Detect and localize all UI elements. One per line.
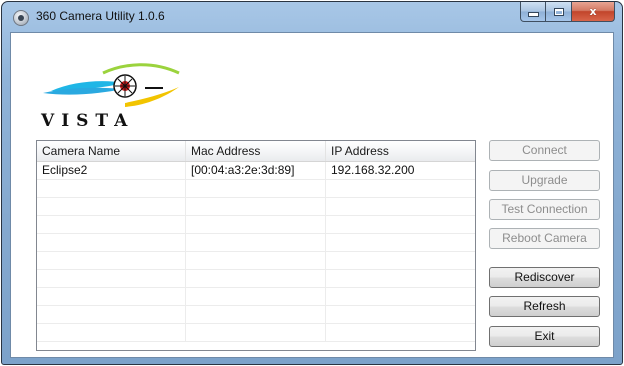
window-title: 360 Camera Utility 1.0.6 [36, 9, 165, 23]
client-area: VISTA Camera Name Mac Address IP Address… [10, 32, 614, 358]
empty-cell [186, 216, 326, 234]
empty-cell [326, 180, 475, 198]
empty-table-row [37, 324, 475, 342]
list-body: Eclipse2 [00:04:a3:2e:3d:89] 192.168.32.… [37, 162, 475, 350]
empty-cell [326, 288, 475, 306]
upgrade-button[interactable]: Upgrade [489, 170, 600, 191]
logo-text: VISTA [41, 111, 135, 131]
empty-table-row [37, 306, 475, 324]
close-button[interactable]: x [572, 2, 615, 22]
empty-cell [326, 198, 475, 216]
exit-button[interactable]: Exit [489, 326, 600, 347]
maximize-button[interactable] [546, 2, 572, 22]
empty-cell [37, 306, 186, 324]
empty-cell [326, 270, 475, 288]
column-header-camera-name[interactable]: Camera Name [37, 141, 186, 161]
empty-cell [326, 216, 475, 234]
ip-address-cell: 192.168.32.200 [331, 163, 415, 177]
empty-cell [186, 180, 326, 198]
column-header-ip-address[interactable]: IP Address [326, 141, 475, 161]
app-window: 360 Camera Utility 1.0.6 x VISTA Camera … [1, 1, 623, 365]
empty-cell [186, 198, 326, 216]
list-header: Camera Name Mac Address IP Address [37, 141, 475, 162]
empty-cell [37, 234, 186, 252]
empty-cell [37, 180, 186, 198]
vista-logo: VISTA [33, 53, 213, 135]
empty-cell [186, 234, 326, 252]
empty-cell [186, 324, 326, 342]
empty-cell [186, 270, 326, 288]
vista-eye-logo-icon [43, 63, 180, 107]
refresh-button[interactable]: Refresh [489, 296, 600, 317]
empty-cell [37, 198, 186, 216]
empty-cell [326, 234, 475, 252]
empty-cell [186, 288, 326, 306]
empty-cell [37, 270, 186, 288]
empty-table-row [37, 270, 475, 288]
empty-cell [326, 252, 475, 270]
title-bar[interactable]: 360 Camera Utility 1.0.6 x [2, 2, 622, 32]
close-icon: x [589, 5, 597, 18]
empty-cell [37, 252, 186, 270]
empty-cell [37, 216, 186, 234]
minimize-icon [527, 12, 539, 17]
empty-table-row [37, 252, 475, 270]
empty-cell [37, 324, 186, 342]
empty-cell [186, 252, 326, 270]
empty-table-row [37, 180, 475, 198]
maximize-icon [553, 7, 564, 16]
test-connection-button[interactable]: Test Connection [489, 199, 600, 220]
empty-table-row [37, 234, 475, 252]
reboot-camera-button[interactable]: Reboot Camera [489, 228, 600, 249]
camera-app-icon [13, 10, 29, 26]
empty-cell [326, 324, 475, 342]
empty-table-row [37, 216, 475, 234]
empty-cell [186, 306, 326, 324]
minimize-button[interactable] [520, 2, 546, 22]
window-controls: x [520, 2, 615, 22]
empty-cell [326, 306, 475, 324]
camera-list[interactable]: Camera Name Mac Address IP Address Eclip… [36, 140, 476, 351]
empty-cell [37, 288, 186, 306]
empty-table-row [37, 288, 475, 306]
connect-button[interactable]: Connect [489, 140, 600, 161]
empty-table-row [37, 198, 475, 216]
mac-address-cell: [00:04:a3:2e:3d:89] [186, 162, 326, 180]
camera-name-cell: Eclipse2 [37, 162, 186, 180]
rediscover-button[interactable]: Rediscover [489, 267, 600, 288]
table-row[interactable]: Eclipse2 [00:04:a3:2e:3d:89] 192.168.32.… [37, 162, 475, 180]
column-header-mac-address[interactable]: Mac Address [186, 141, 326, 161]
